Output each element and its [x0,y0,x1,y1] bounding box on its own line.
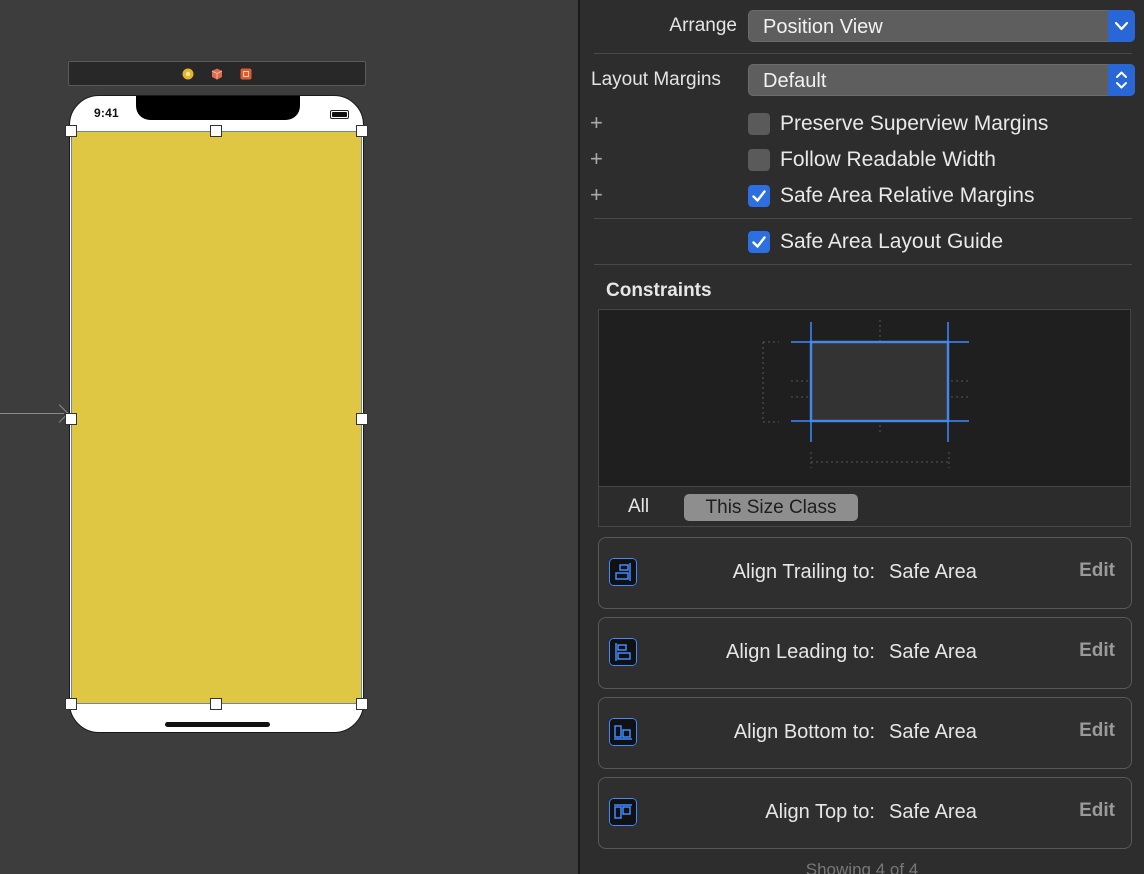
constraint-filter-tabs: All This Size Class [599,486,1130,526]
exit-icon[interactable] [240,68,252,80]
preserve-superview-margins-checkbox[interactable] [748,113,770,135]
align-trailing-icon [609,558,637,586]
arrange-label: Arrange [669,15,737,36]
battery-icon [330,110,349,119]
tab-all[interactable]: All [628,496,649,518]
edit-button[interactable]: Edit [1079,800,1115,822]
scene-dock[interactable] [68,61,366,86]
arrange-value: Position View [763,16,883,38]
constraint-card-leading[interactable]: Align Leading to: Safe Area Edit [598,617,1132,689]
home-indicator [165,722,270,727]
follow-readable-width-label: Follow Readable Width [780,148,996,171]
layout-margins-value: Default [763,70,827,92]
constraint-target: Safe Area [889,561,977,583]
constraint-diagram-graphic [762,320,969,468]
constraint-target: Safe Area [889,641,977,663]
chevron-up-down-icon [1108,64,1135,96]
resize-handle-bottom-right[interactable] [356,698,368,710]
showing-count: Showing 4 of 4 [805,860,919,874]
constraint-target: Safe Area [889,721,977,743]
align-bottom-icon [609,718,637,746]
align-leading-icon [609,638,637,666]
checkmark-icon [752,236,766,248]
tab-this-size-class[interactable]: This Size Class [684,494,858,521]
constraints-header: Constraints [606,280,712,301]
follow-readable-width-checkbox[interactable] [748,149,770,171]
constraint-target: Safe Area [889,801,977,823]
storyboard-canvas[interactable]: 9:41 [0,0,578,874]
constraint-title: Align Leading to: [725,641,875,663]
constraint-title: Align Bottom to: [733,721,875,743]
edit-button[interactable]: Edit [1079,640,1115,662]
first-responder-icon[interactable] [211,68,223,80]
align-top-icon [609,798,637,826]
safe-area-relative-margins-checkbox[interactable] [748,185,770,207]
constraints-diagram: All This Size Class [598,309,1131,527]
notch [136,96,300,120]
resize-handle-top[interactable] [210,125,222,137]
add-variation-icon[interactable]: + [590,112,603,134]
separator [594,53,1132,54]
layout-margins-popup[interactable]: Default [748,64,1135,96]
preserve-superview-margins-label: Preserve Superview Margins [780,112,1049,135]
constraint-title: Align Trailing to: [732,561,875,583]
separator [594,218,1132,219]
constraint-title: Align Top to: [765,801,875,823]
edit-button[interactable]: Edit [1079,720,1115,742]
constraint-card-bottom[interactable]: Align Bottom to: Safe Area Edit [598,697,1132,769]
add-variation-icon[interactable]: + [590,184,603,206]
checkmark-icon [752,190,766,202]
layout-margins-label: Layout Margins [591,69,721,90]
resize-handle-left[interactable] [65,413,77,425]
safe-area-relative-margins-label: Safe Area Relative Margins [780,184,1035,207]
separator [594,264,1132,265]
selected-view[interactable] [71,131,362,704]
safe-area-layout-guide-label: Safe Area Layout Guide [780,230,1003,253]
add-variation-icon[interactable]: + [590,148,603,170]
view-controller-icon[interactable] [182,68,194,80]
constraint-card-trailing[interactable]: Align Trailing to: Safe Area Edit [598,537,1132,609]
resize-handle-bottom-left[interactable] [65,698,77,710]
resize-handle-top-left[interactable] [65,125,77,137]
constraint-card-top[interactable]: Align Top to: Safe Area Edit [598,777,1132,849]
edit-button[interactable]: Edit [1079,560,1115,582]
resize-handle-top-right[interactable] [356,125,368,137]
arrange-popup[interactable]: Position View [748,10,1135,42]
safe-area-layout-guide-checkbox[interactable] [748,231,770,253]
resize-handle-bottom[interactable] [210,698,222,710]
size-inspector: Arrange Position View Layout Margins Def… [580,0,1144,874]
status-time: 9:41 [94,106,119,120]
resize-handle-right[interactable] [356,413,368,425]
chevron-down-icon [1108,10,1135,42]
